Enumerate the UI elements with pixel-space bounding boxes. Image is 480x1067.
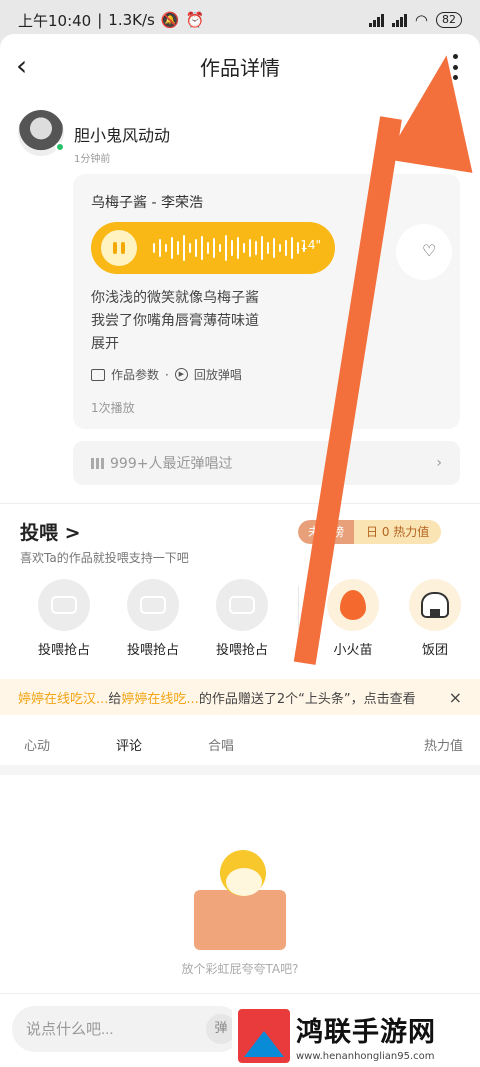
song-title: 乌梅子酱 - 李荣浩 (91, 195, 203, 211)
lyric-line: 我尝了你嘴角唇膏薄荷味道 (91, 313, 259, 329)
signal-icon-2 (391, 13, 407, 27)
audio-player[interactable]: 14" (91, 222, 335, 274)
alarm-icon: ⏰ (185, 11, 205, 29)
side-action-icon: ♡ (422, 241, 437, 260)
tab-heat[interactable]: 热力值 (424, 735, 463, 754)
gift-label: 饭团 (421, 643, 448, 658)
signal-icon (368, 13, 384, 27)
waveform (153, 234, 305, 262)
chevron-right-icon: › (436, 455, 442, 471)
feed-title-text: 投喂 (20, 522, 59, 544)
onigiri-icon (409, 579, 461, 631)
annotation-arrow-head (385, 48, 480, 173)
watermark-title: 鸿联手游网 (296, 1016, 436, 1048)
pause-icon[interactable] (101, 230, 137, 266)
author-row[interactable]: 胆小鬼风动动 1分钟前 (18, 110, 170, 165)
wifi-icon: ◠ (414, 11, 428, 29)
notice-from[interactable]: 婷婷在线吃汉... (18, 688, 108, 707)
flame-icon (327, 579, 379, 631)
tab-heart[interactable]: 心动 (24, 735, 50, 754)
side-action-button[interactable]: ♡ (396, 224, 452, 280)
lyric-line: 你浅浅的微笑就像乌梅子酱 (91, 290, 259, 306)
work-card: 乌梅子酱 - 李荣浩 14" ♡ 你浅浅的微笑就像乌梅子酱 我尝了你嘴角唇膏薄荷… (73, 174, 460, 429)
gift-label: 小火苗 (333, 643, 373, 658)
mute-icon: 🔕 (160, 11, 180, 29)
gift-slot[interactable]: 投喂抢占 (118, 579, 188, 658)
rank-value: 日 0 热力值 (354, 520, 442, 544)
feed-chevron: > (64, 522, 81, 544)
expand-link[interactable]: 展开 (91, 333, 259, 356)
status-time: 上午10:40 (18, 11, 92, 30)
status-divider: | (97, 11, 103, 29)
gift-onigiri[interactable]: 饭团 (400, 579, 470, 658)
online-dot (55, 142, 65, 152)
status-speed: 1.3K/s (108, 11, 155, 29)
recent-sang-text: 999+人最近弹唱过 (110, 456, 233, 472)
gift-slot[interactable]: 投喂抢占 (207, 579, 277, 658)
recent-sang-row[interactable]: 999+人最近弹唱过 › (73, 441, 460, 485)
author-name[interactable]: 胆小鬼风动动 (74, 122, 170, 146)
sofa-icon (127, 579, 179, 631)
divider (0, 503, 480, 504)
gift-flame[interactable]: 小火苗 (318, 579, 388, 658)
avatar[interactable] (18, 110, 65, 156)
watermark: 鸿联手游网 www.henanhonglian95.com (232, 1004, 480, 1067)
piano-icon (91, 368, 105, 381)
detail-page: ‹ 作品详情 胆小鬼风动动 1分钟前 乌梅子酱 - 李荣浩 14" ♡ 你浅浅的… (0, 34, 480, 1067)
page-title: 作品详情 (200, 55, 280, 80)
section-gap (0, 765, 480, 775)
tab-chorus[interactable]: 合唱 (208, 735, 234, 754)
tab-bar: 心动 评论 合唱 热力值 (0, 729, 480, 759)
replay-icon: ▶ (174, 368, 188, 381)
replay-link[interactable]: 回放弹唱 (194, 366, 242, 383)
empty-illustration (180, 846, 300, 956)
back-arrow-icon[interactable]: ‹ (16, 52, 40, 80)
bars-icon (91, 457, 104, 469)
tab-comment[interactable]: 评论 (116, 735, 142, 754)
duck-face (226, 868, 262, 896)
notice-give: 给 (108, 691, 122, 707)
empty-text: 放个彩虹屁夸夸TA吧? (181, 962, 299, 976)
feed-subtitle: 喜欢Ta的作品就投喂支持一下吧 (20, 551, 189, 565)
gift-slot[interactable]: 投喂抢占 (29, 579, 99, 658)
battery-icon: 82 (436, 12, 462, 28)
duration: 14" (300, 238, 321, 252)
gift-label: 投喂抢占 (215, 643, 268, 658)
gift-notice[interactable]: 婷婷在线吃汉... 给 婷婷在线吃... 的作品赠送了2个“上头条”，点击查看 … (0, 679, 480, 715)
gift-label: 投喂抢占 (37, 643, 90, 658)
sofa-icon (38, 579, 90, 631)
post-time: 1分钟前 (74, 154, 111, 165)
dot-separator: · (165, 367, 169, 382)
work-meta: 作品参数 · ▶ 回放弹唱 (91, 366, 242, 383)
notice-to[interactable]: 婷婷在线吃... (121, 688, 198, 707)
gift-label: 投喂抢占 (126, 643, 179, 658)
feed-title[interactable]: 投喂 > (20, 518, 81, 545)
watermark-url: www.henanhonglian95.com (296, 1050, 435, 1062)
params-link[interactable]: 作品参数 (111, 366, 159, 383)
watermark-logo (238, 1008, 290, 1063)
notice-text: 的作品赠送了2个“上头条”，点击查看 (198, 691, 416, 707)
sofa-icon (216, 579, 268, 631)
play-count: 1次播放 (91, 401, 135, 415)
close-icon[interactable]: × (449, 688, 462, 707)
lyrics: 你浅浅的微笑就像乌梅子酱 我尝了你嘴角唇膏薄荷味道 展开 (91, 287, 259, 356)
chest-illustration (194, 890, 286, 950)
